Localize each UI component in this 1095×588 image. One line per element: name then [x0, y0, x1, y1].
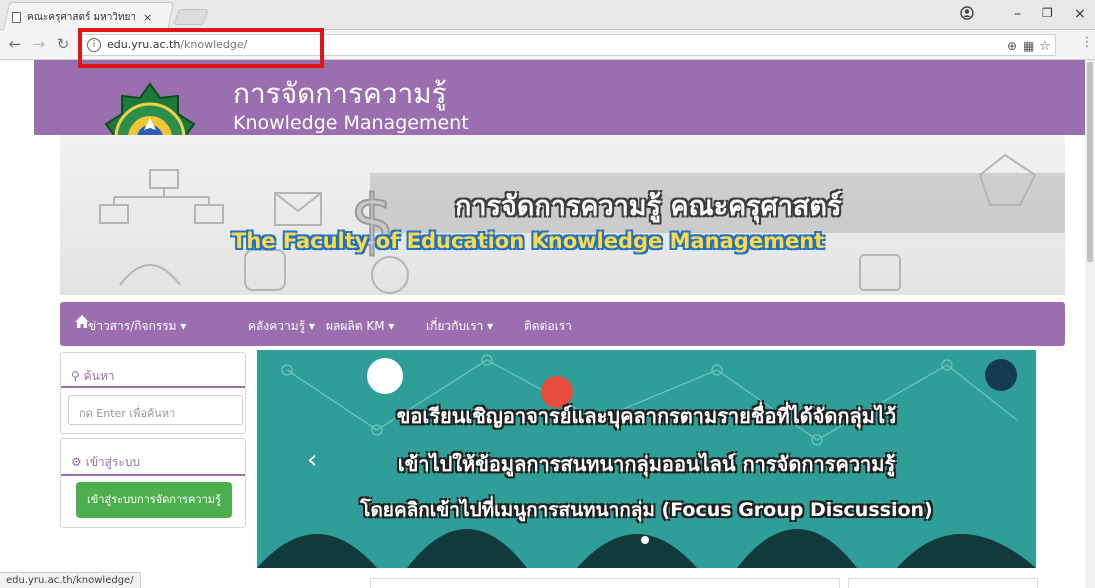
nav-news[interactable]: ข่าวสาร/กิจกรรม ▾ — [88, 317, 186, 336]
main-navigation: ข่าวสาร/กิจกรรม ▾ คลังความรู้ ▾ ผลผลิต K… — [60, 302, 1065, 346]
tab-close-icon[interactable]: × — [143, 11, 152, 24]
profile-icon[interactable] — [960, 6, 974, 24]
banner-heading-english: The Faculty of Education Knowledge Manag… — [232, 229, 825, 253]
menu-icon[interactable]: ⋮ — [1078, 35, 1095, 50]
zoom-icon[interactable]: ⊕ — [1007, 39, 1017, 53]
panel-divider — [61, 386, 245, 388]
bookmark-star-icon[interactable]: ☆ — [1039, 39, 1051, 54]
announcement-carousel[interactable]: ‹ ขอเรียนเชิญอาจารย์และบุคลากรตามรายชื่อ… — [257, 350, 1036, 568]
nav-knowledge[interactable]: คลังความรู้ ▾ — [248, 317, 315, 336]
site-subtitle: Knowledge Management — [233, 112, 469, 134]
carousel-line-2: เข้าไปให้ข้อมูลการสนทนากลุ่มออนไลน์ การจ… — [397, 452, 896, 476]
browser-tab-content[interactable]: คณะครุศาสตร์ มหาวิทยาลัยร × — [12, 8, 162, 26]
content-panel — [370, 578, 840, 588]
window-close-button[interactable]: × — [1074, 6, 1086, 22]
tab-title: คณะครุศาสตร์ มหาวิทยาลัยร — [27, 11, 137, 23]
km-login-button[interactable]: เข้าสู่ระบบการจัดการความรู้ — [76, 482, 232, 518]
nav-about[interactable]: เกี่ยวกับเรา ▾ — [426, 317, 493, 336]
forward-icon[interactable]: → — [30, 35, 48, 53]
status-bar-url: edu.yru.ac.th/knowledge/ — [0, 572, 141, 588]
login-panel-title: ⚙ เข้าสู่ระบบ — [71, 455, 141, 469]
minimize-button[interactable]: – — [1014, 6, 1021, 22]
browser-tab-strip: คณะครุศาสตร์ มหาวิทยาลัยร × – ❐ × — [0, 0, 1095, 31]
gears-icon: ⚙ — [71, 455, 82, 469]
translate-icon[interactable]: ▦ — [1023, 39, 1034, 53]
maximize-button[interactable]: ❐ — [1042, 6, 1053, 20]
carousel-line-1: ขอเรียนเชิญอาจารย์และบุคลากรตามรายชื่อที… — [396, 404, 897, 428]
panel-divider — [61, 474, 245, 476]
url-highlight-box — [78, 28, 324, 68]
banner-heading-thai: การจัดการความรู้ คณะครุศาสตร์ — [455, 191, 842, 222]
new-tab-button[interactable] — [173, 9, 209, 25]
search-panel-title: ⚲ ค้นหา — [71, 369, 115, 383]
side-content-panel — [848, 578, 1038, 588]
back-icon[interactable]: ← — [6, 35, 24, 53]
carousel-line-3: โดยคลิกเข้าไปที่เมนูการสนทนากลุ่ม (Focus… — [360, 499, 933, 521]
search-input[interactable]: กด Enter เพื่อค้นหา — [68, 395, 243, 425]
reload-icon[interactable]: ↻ — [54, 35, 72, 53]
scrollbar-thumb[interactable] — [1087, 62, 1093, 262]
search-icon: ⚲ — [71, 369, 80, 383]
nav-km-output[interactable]: ผลผลิต KM ▾ — [326, 317, 394, 336]
nav-contact[interactable]: ติดต่อเรา — [524, 317, 572, 336]
page-icon — [12, 11, 21, 23]
site-title: การจัดการความรู้ — [233, 77, 447, 110]
